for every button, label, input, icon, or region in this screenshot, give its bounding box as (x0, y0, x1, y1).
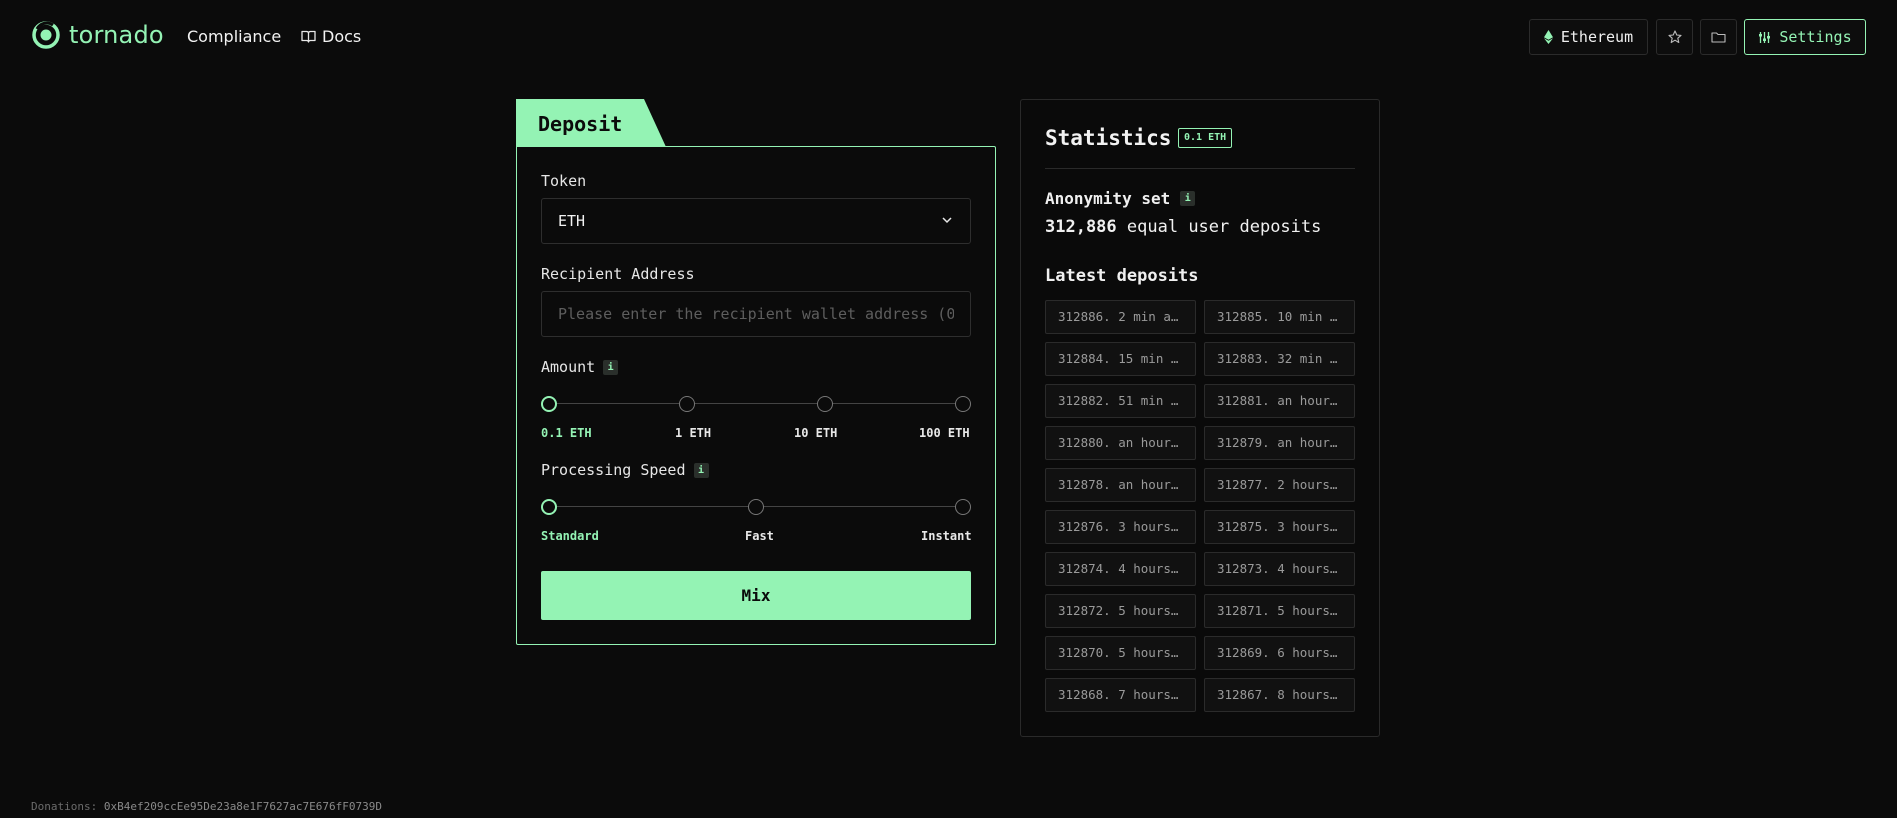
token-label-text: Token (541, 172, 587, 190)
anonymity-set-label: Anonymity set i (1045, 189, 1196, 208)
nav-compliance-label: Compliance (187, 27, 282, 46)
nav-docs[interactable]: Docs (301, 27, 361, 46)
star-icon (1667, 30, 1682, 44)
deposit-list-item: 312879. an hour ago (1204, 426, 1355, 460)
sliders-icon (1759, 31, 1771, 43)
token-selected-value: ETH (558, 212, 586, 230)
statistics-title: Statistics (1045, 126, 1172, 150)
deposit-list-item: 312867. 8 hours ago (1204, 678, 1355, 712)
speed-stop-fast[interactable] (748, 499, 764, 515)
speed-option-label[interactable]: Fast (745, 529, 774, 543)
amount-slider-track (549, 403, 963, 404)
amount-stop-10-eth[interactable] (817, 396, 833, 412)
recipient-address-input[interactable] (542, 292, 970, 336)
speed-stop-instant[interactable] (955, 499, 971, 515)
amount-option-label[interactable]: 100 ETH (919, 426, 970, 440)
amount-slider[interactable] (541, 396, 971, 412)
deposit-list-item: 312884. 15 min ago (1045, 342, 1196, 376)
chevron-down-icon (942, 217, 952, 224)
speed-stop-standard[interactable] (541, 499, 557, 515)
anonymity-count: 312,886 (1045, 217, 1117, 237)
donations-label: Donations: (31, 800, 98, 813)
deposit-list-item: 312871. 5 hours ago (1204, 594, 1355, 628)
settings-label: Settings (1779, 28, 1852, 46)
info-icon[interactable]: i (1180, 191, 1196, 206)
book-icon (301, 30, 316, 43)
amount-stop-1-eth[interactable] (679, 396, 695, 412)
deposit-list-item: 312874. 4 hours ago (1045, 552, 1196, 586)
amount-option-label[interactable]: 0.1 ETH (541, 426, 592, 440)
deposit-list-item: 312876. 3 hours ago (1045, 510, 1196, 544)
deposit-list-item: 312881. an hour ago (1204, 384, 1355, 418)
anonymity-set-label-text: Anonymity set (1045, 189, 1171, 208)
amount-option-label[interactable]: 10 ETH (794, 426, 837, 440)
anonymity-set-value: 312,886 equal user deposits (1045, 217, 1321, 237)
deposit-list-item: 312883. 32 min ago (1204, 342, 1355, 376)
speed-slider[interactable] (541, 499, 971, 515)
anonymity-suffix: equal user deposits (1126, 217, 1322, 237)
amount-stop-100-eth[interactable] (955, 396, 971, 412)
nav-compliance[interactable]: Compliance (187, 27, 281, 46)
tab-deposit-label: Deposit (538, 112, 623, 136)
donations-address[interactable]: 0xB4ef209ccEe95De23a8e1F7627ac7E676fF073… (104, 800, 382, 813)
amount-stop-0-1-eth[interactable] (541, 396, 557, 412)
nav-docs-label: Docs (322, 27, 362, 46)
info-icon[interactable]: i (693, 462, 709, 478)
notes-folder-button[interactable] (1700, 19, 1737, 55)
top-header: tornado Compliance Docs Ethereum Setting… (0, 0, 1897, 75)
deposit-list-item: 312872. 5 hours ago (1045, 594, 1196, 628)
network-selector-button[interactable]: Ethereum (1529, 19, 1648, 55)
deposit-list-item: 312868. 7 hours ago (1045, 678, 1196, 712)
logo-text: tornado (69, 21, 164, 49)
deposit-list-item: 312878. an hour ago (1045, 468, 1196, 502)
latest-deposits-label: Latest deposits (1045, 266, 1199, 286)
speed-label: Processing Speed i (541, 461, 709, 479)
token-select[interactable]: ETH (541, 198, 971, 244)
deposit-list-item: 312885. 10 min ago (1204, 300, 1355, 334)
settings-button[interactable]: Settings (1744, 19, 1866, 55)
deposit-list-item: 312882. 51 min ago (1045, 384, 1196, 418)
deposit-list-item: 312869. 6 hours ago (1204, 636, 1355, 670)
network-label: Ethereum (1560, 28, 1634, 46)
deposit-list-item: 312886. 2 min ago (1045, 300, 1196, 334)
tornado-logo-icon (32, 21, 60, 49)
amount-label-text: Amount (541, 358, 596, 376)
folder-icon (1711, 32, 1726, 43)
info-icon[interactable]: i (603, 359, 619, 375)
ethereum-icon (1543, 30, 1553, 44)
footer-donations: Donations: 0xB4ef209ccEe95De23a8e1F7627a… (31, 800, 382, 813)
recipient-label-text: Recipient Address (541, 265, 695, 283)
deposit-list-item: 312880. an hour ago (1045, 426, 1196, 460)
favorites-button[interactable] (1656, 19, 1693, 55)
amount-option-label[interactable]: 1 ETH (675, 426, 711, 440)
tab-deposit[interactable]: Deposit (516, 99, 666, 147)
deposit-list-item: 312873. 4 hours ago (1204, 552, 1355, 586)
deposit-list-item: 312875. 3 hours ago (1204, 510, 1355, 544)
latest-deposits-list: 312886. 2 min ago 312885. 10 min ago 31288… (1045, 300, 1357, 712)
mix-button[interactable]: Mix (541, 571, 971, 620)
logo[interactable]: tornado (31, 20, 164, 50)
deposit-list-item: 312877. 2 hours ago (1204, 468, 1355, 502)
speed-label-text: Processing Speed (541, 461, 686, 479)
deposit-list-item: 312870. 5 hours ago (1045, 636, 1196, 670)
speed-option-label[interactable]: Instant (921, 529, 972, 543)
deposit-panel: Token ETH Recipient Address Amount i 0.1… (516, 146, 996, 645)
divider (1045, 168, 1355, 169)
token-label: Token (541, 172, 586, 190)
speed-option-label[interactable]: Standard (541, 529, 599, 543)
statistics-amount-badge: 0.1 ETH (1178, 128, 1233, 148)
recipient-label: Recipient Address (541, 265, 695, 283)
statistics-panel: Statistics 0.1 ETH Anonymity set i 312,8… (1020, 99, 1380, 737)
amount-label: Amount i (541, 358, 619, 376)
recipient-address-field[interactable] (541, 291, 971, 337)
